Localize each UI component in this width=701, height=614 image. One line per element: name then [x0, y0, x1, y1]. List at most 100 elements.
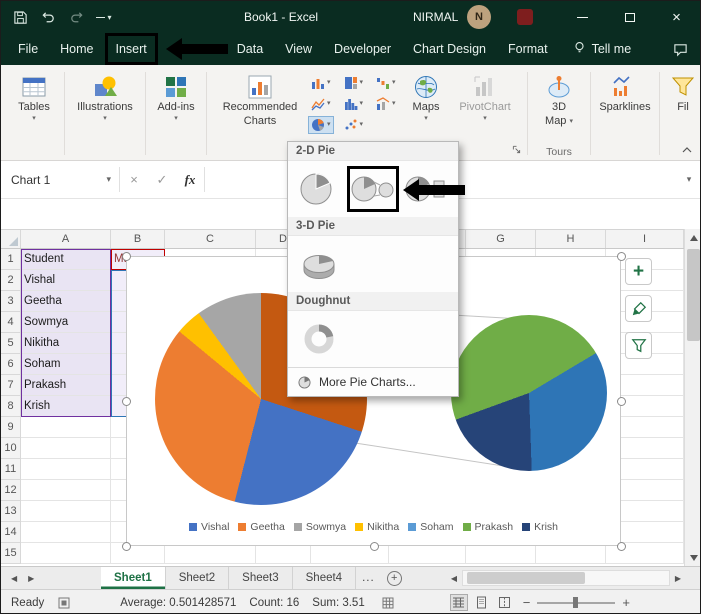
redo-icon[interactable] [67, 8, 85, 26]
hscroll-left-icon[interactable]: ◀ [446, 567, 462, 589]
menu-item-pie[interactable] [296, 169, 342, 209]
zoom-slider-thumb[interactable] [573, 597, 578, 608]
filters-button[interactable]: Fil [670, 67, 696, 114]
row-header-15[interactable]: 15 [1, 543, 21, 564]
cell-A1[interactable]: Student [21, 249, 111, 270]
menu-item-3d-pie[interactable] [296, 244, 342, 284]
add-sheet-button[interactable]: + [387, 571, 402, 586]
selection-handle[interactable] [122, 397, 131, 406]
selection-handle[interactable] [617, 397, 626, 406]
collapse-ribbon-icon[interactable] [682, 142, 692, 156]
selection-handle[interactable] [122, 542, 131, 551]
cell-A12[interactable] [21, 480, 111, 501]
tell-me[interactable]: Tell me [573, 41, 632, 57]
user-name[interactable]: NIRMAL [413, 10, 458, 24]
cell-A4[interactable]: Sowmya [21, 312, 111, 333]
col-header-I[interactable]: I [606, 230, 684, 248]
undo-icon[interactable] [39, 8, 57, 26]
charts-dialog-launcher-icon[interactable] [512, 143, 521, 157]
selection-handle[interactable] [122, 252, 131, 261]
page-layout-view-button[interactable] [473, 594, 491, 611]
cell-A7[interactable]: Prakash [21, 375, 111, 396]
cell-A11[interactable] [21, 459, 111, 480]
waterfall-chart-button[interactable]: ▾ [373, 74, 399, 92]
hscroll-right-icon[interactable]: ▶ [670, 567, 686, 589]
display-settings-icon[interactable] [382, 597, 394, 609]
chart-elements-button[interactable]: + [625, 258, 652, 285]
col-header-B[interactable]: B [111, 230, 165, 248]
row-header-12[interactable]: 12 [1, 480, 21, 501]
sheet-nav-right-icon[interactable]: ▶ [28, 574, 34, 583]
expand-formula-bar-icon[interactable]: ▾ [678, 161, 700, 198]
row-header-13[interactable]: 13 [1, 501, 21, 522]
sheet-tab-sheet4[interactable]: Sheet4 [293, 567, 356, 589]
cell-A3[interactable]: Geetha [21, 291, 111, 312]
scroll-down-icon[interactable] [685, 549, 701, 566]
row-header-7[interactable]: 7 [1, 375, 21, 396]
row-header-10[interactable]: 10 [1, 438, 21, 459]
column-chart-button[interactable]: ▾ [308, 74, 334, 92]
close-button[interactable]: × [653, 1, 700, 33]
row-header-1[interactable]: 1 [1, 249, 21, 270]
ribbon-tab-format[interactable]: Format [497, 33, 559, 65]
horizontal-scrollbar-thumb[interactable] [467, 572, 585, 584]
scroll-up-icon[interactable] [685, 229, 701, 246]
ribbon-tab-data[interactable]: Data [226, 33, 274, 65]
cancel-button[interactable]: × [120, 161, 148, 198]
vertical-scrollbar-thumb[interactable] [687, 249, 700, 341]
cell-A2[interactable]: Vishal [21, 270, 111, 291]
col-header-G[interactable]: G [466, 230, 536, 248]
row-header-4[interactable]: 4 [1, 312, 21, 333]
cell-A13[interactable] [21, 501, 111, 522]
row-header-5[interactable]: 5 [1, 333, 21, 354]
row-header-2[interactable]: 2 [1, 270, 21, 291]
record-macro-icon[interactable] [58, 597, 70, 609]
pie-chart-button[interactable]: ▾ [308, 116, 334, 134]
scatter-chart-button[interactable]: ▾ [341, 116, 367, 134]
ribbon-tab-file[interactable]: File [7, 33, 49, 65]
horizontal-scrollbar[interactable] [462, 570, 670, 586]
sheet-nav-left-icon[interactable]: ◀ [11, 574, 17, 583]
combo-chart-button[interactable]: ▾ [373, 95, 399, 113]
maximize-button[interactable] [606, 1, 653, 33]
ribbon-tab-view[interactable]: View [274, 33, 323, 65]
3d-map-button[interactable]: 3D Map▾ [545, 67, 573, 128]
sheet-tab-sheet1[interactable]: Sheet1 [101, 567, 166, 589]
customize-quick-access-icon[interactable]: ▾ [95, 8, 113, 26]
ribbon-tab-home[interactable]: Home [49, 33, 104, 65]
cell-A5[interactable]: Nikitha [21, 333, 111, 354]
name-box[interactable]: Chart 1 ▾ [1, 161, 119, 198]
row-header-6[interactable]: 6 [1, 354, 21, 375]
row-header-9[interactable]: 9 [1, 417, 21, 438]
comment-icon[interactable] [673, 42, 688, 57]
ribbon-tab-developer[interactable]: Developer [323, 33, 402, 65]
pivotchart-button[interactable]: PivotChart ▾ [452, 67, 518, 123]
cell-A14[interactable] [21, 522, 111, 543]
add-ins-button[interactable]: Add-ins ▾ [157, 67, 194, 123]
chart-styles-button[interactable] [625, 295, 652, 322]
selection-handle[interactable] [617, 542, 626, 551]
zoom-in-button[interactable]: + [622, 595, 630, 610]
vertical-scrollbar[interactable] [684, 229, 701, 566]
menu-item-pie-of-pie[interactable] [350, 169, 396, 209]
cell-A10[interactable] [21, 438, 111, 459]
hierarchy-chart-button[interactable]: ▾ [341, 74, 367, 92]
col-header-A[interactable]: A [21, 230, 111, 248]
chart-filters-button[interactable] [625, 332, 652, 359]
menu-item-doughnut[interactable] [296, 319, 342, 359]
col-header-C[interactable]: C [165, 230, 256, 248]
sheet-tab-overflow[interactable]: ... [356, 567, 381, 589]
normal-view-button[interactable] [450, 594, 468, 611]
cell-A6[interactable]: Soham [21, 354, 111, 375]
line-chart-button[interactable]: ▾ [308, 95, 334, 113]
row-header-14[interactable]: 14 [1, 522, 21, 543]
row-header-3[interactable]: 3 [1, 291, 21, 312]
ribbon-tab-chart-design[interactable]: Chart Design [402, 33, 497, 65]
zoom-out-button[interactable]: − [523, 595, 531, 610]
cell-A9[interactable] [21, 417, 111, 438]
row-header-8[interactable]: 8 [1, 396, 21, 417]
cell-A15[interactable] [21, 543, 111, 564]
histogram-chart-button[interactable]: ▾ [341, 95, 367, 113]
select-all-corner[interactable] [1, 230, 21, 248]
enter-button[interactable]: ✓ [148, 161, 176, 198]
